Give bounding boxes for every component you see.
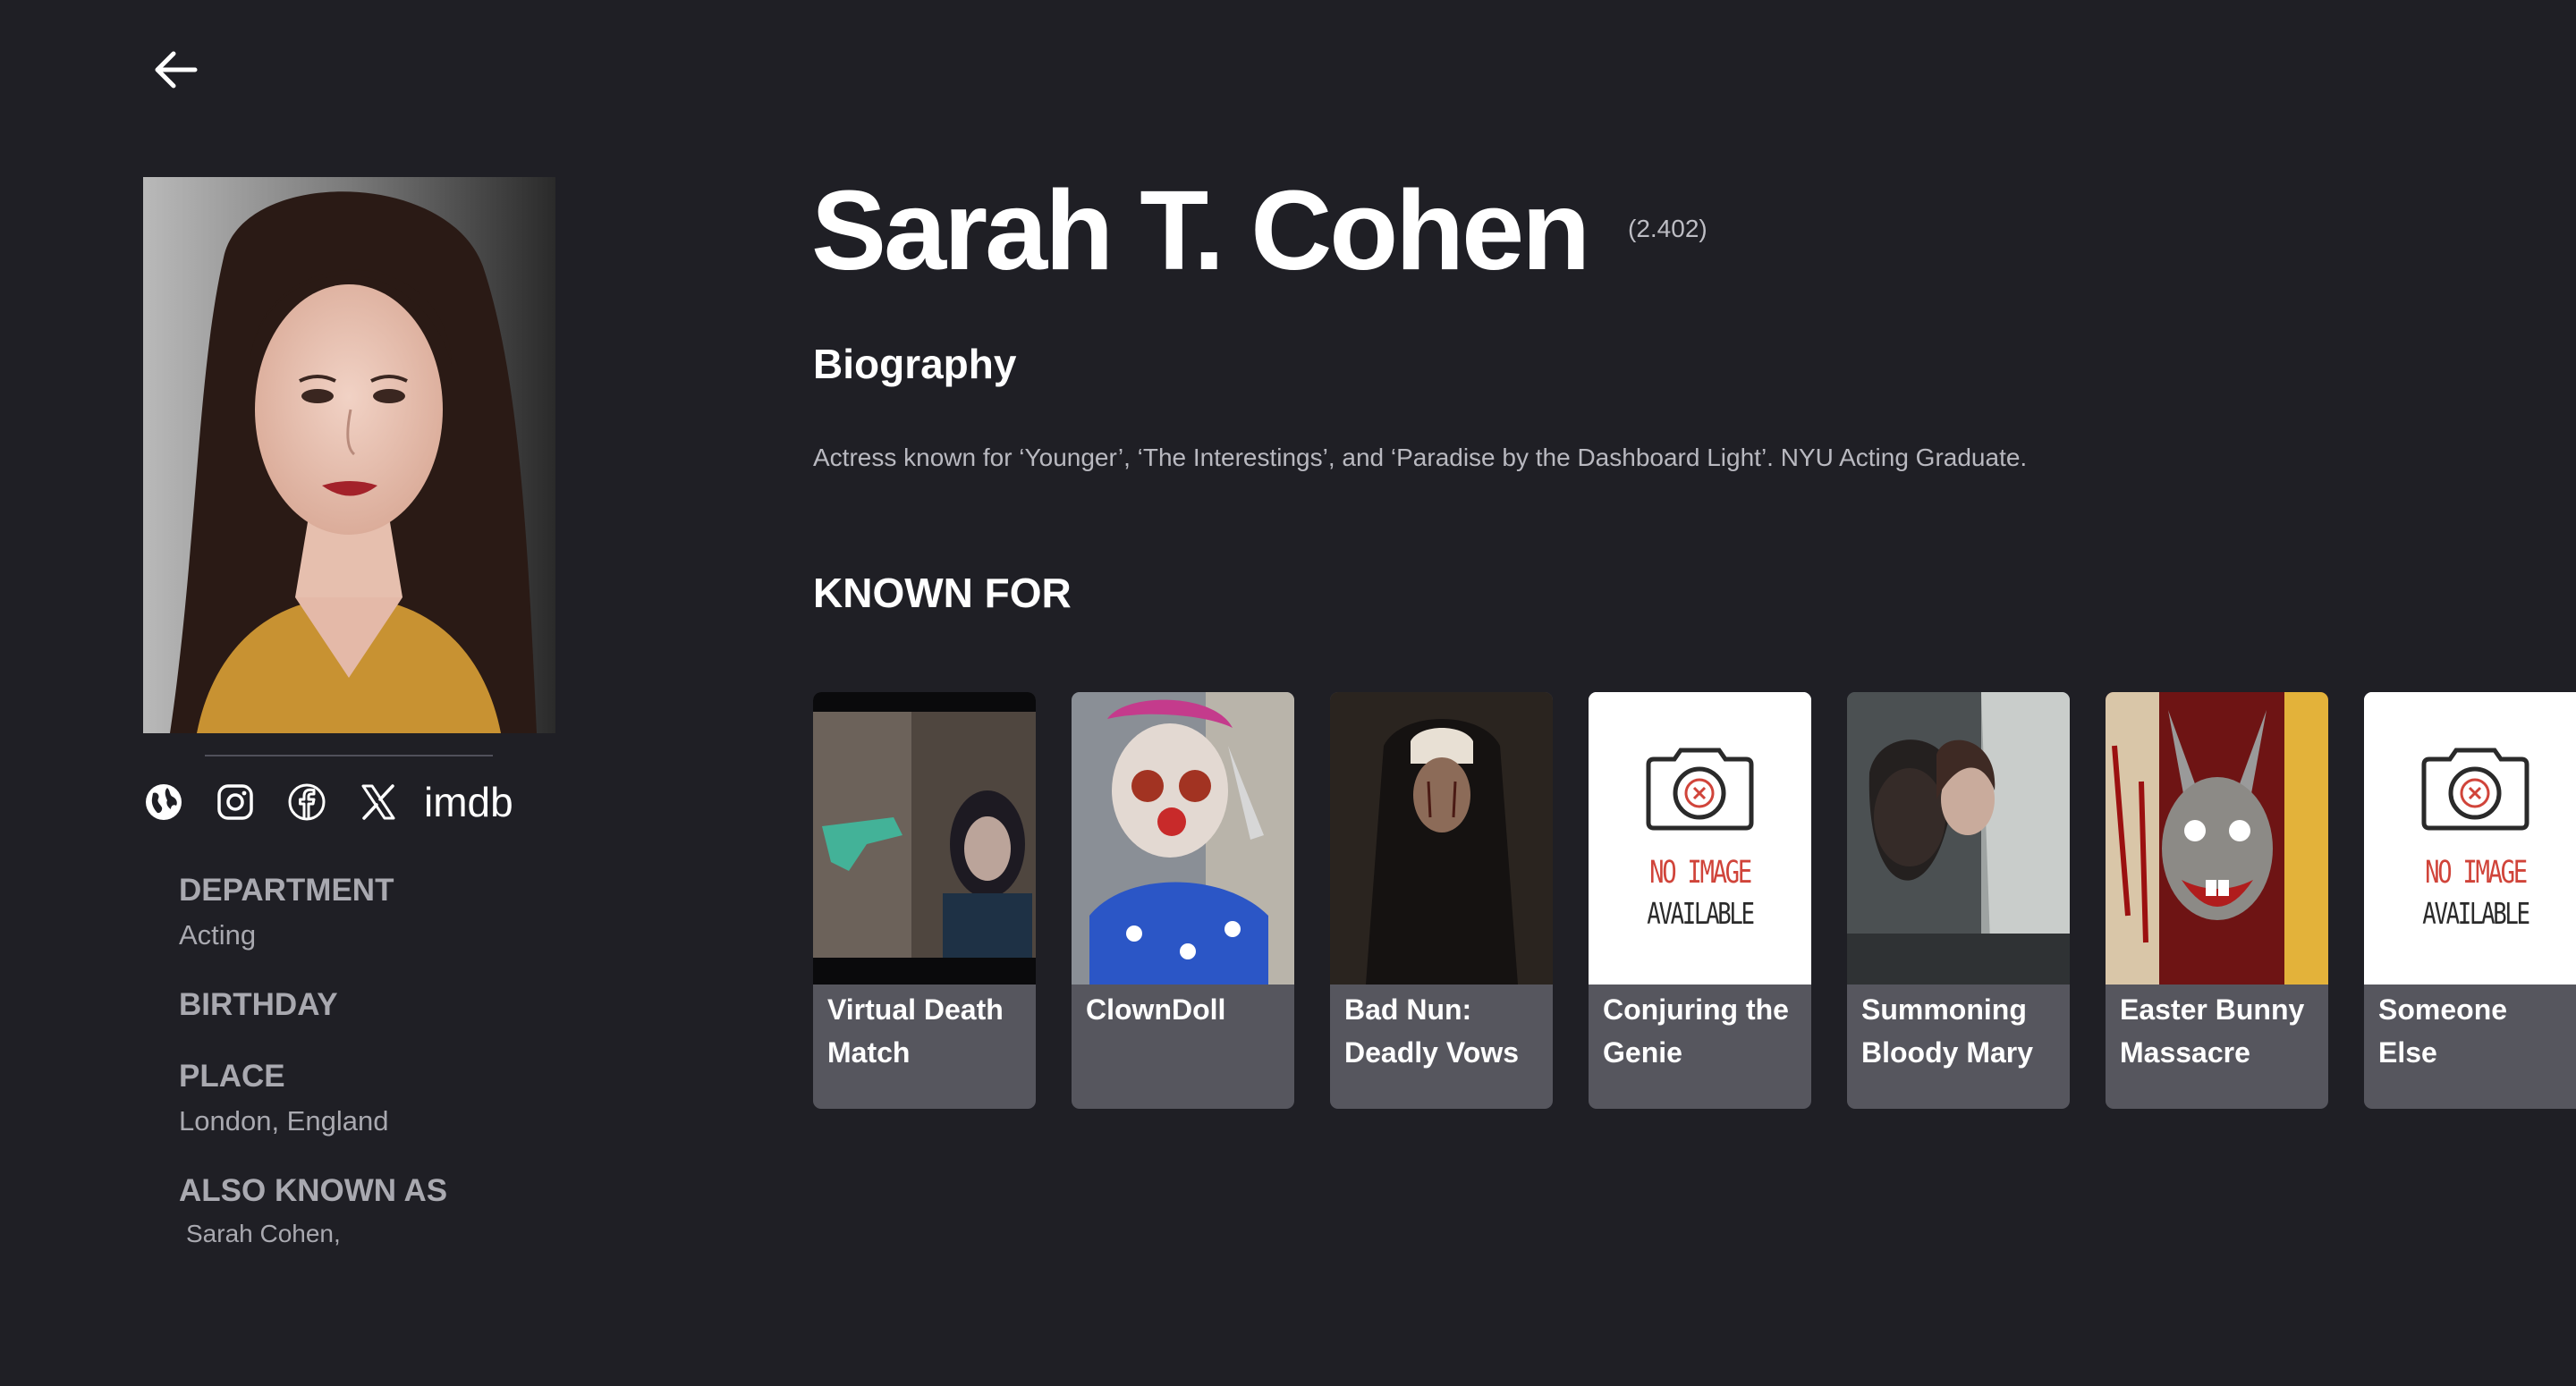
facebook-icon[interactable] — [286, 782, 327, 823]
no-image-line1: NO IMAGE — [2425, 855, 2528, 891]
movie-card[interactable]: Easter Bunny Massacre — [2106, 692, 2328, 1109]
biography-heading: Biography — [813, 341, 1017, 387]
profile-photo — [143, 177, 555, 733]
no-image-line1: NO IMAGE — [1649, 855, 1752, 891]
imdb-link[interactable]: imdb — [424, 774, 513, 830]
no-image-line2: AVAILABLE — [1647, 896, 1755, 931]
movie-poster — [1072, 692, 1294, 985]
no-image-placeholder: NO IMAGE AVAILABLE — [2364, 692, 2576, 985]
movie-card[interactable]: ClownDoll — [1072, 692, 1294, 1109]
globe-icon[interactable] — [143, 782, 184, 823]
biography-text: Actress known for ‘Younger’, ‘The Intere… — [813, 444, 2028, 471]
person-name: Sarah T. Cohen — [811, 167, 1590, 293]
known-for-heading: KNOWN FOR — [813, 570, 1072, 616]
social-links: imdb — [143, 774, 513, 830]
movie-card[interactable]: NO IMAGE AVAILABLE Someone Else — [2364, 692, 2576, 1109]
back-button[interactable] — [148, 45, 202, 95]
camera-icon — [2364, 692, 2576, 985]
movie-title: Summoning Bloody Mary — [1861, 993, 2034, 1069]
camera-icon — [1589, 692, 1811, 985]
movie-card[interactable]: Summoning Bloody Mary — [1847, 692, 2070, 1109]
movie-card[interactable]: NO IMAGE AVAILABLE Conjuring the Genie — [1589, 692, 1811, 1109]
aka-value: Sarah Cohen, — [186, 1220, 341, 1247]
place-value: London, England — [179, 1105, 389, 1137]
no-image-line2: AVAILABLE — [2422, 896, 2530, 931]
place-section: PLACE London, England — [179, 1059, 388, 1137]
no-image-placeholder: NO IMAGE AVAILABLE — [1589, 692, 1811, 985]
department-label: DEPARTMENT — [179, 873, 394, 908]
movie-title: ClownDoll — [1086, 993, 1226, 1026]
arrow-left-icon — [155, 51, 198, 89]
photo-divider — [205, 755, 493, 756]
movie-poster — [1847, 692, 2070, 985]
movie-title: Conjuring the Genie — [1603, 993, 1789, 1069]
movie-title: Easter Bunny Massacre — [2120, 993, 2305, 1069]
movie-poster — [813, 692, 1036, 985]
x-icon[interactable] — [358, 782, 399, 823]
movie-title: Bad Nun: Deadly Vows — [1344, 993, 1520, 1069]
birthday-section: BIRTHDAY — [179, 987, 338, 1034]
birthday-label: BIRTHDAY — [179, 987, 338, 1022]
movie-title: Virtual Death Match — [827, 993, 1004, 1069]
instagram-icon[interactable] — [215, 782, 256, 823]
movie-card[interactable]: Bad Nun: Deadly Vows — [1330, 692, 1553, 1109]
place-label: PLACE — [179, 1059, 285, 1094]
movie-title: Someone Else — [2378, 993, 2508, 1069]
movie-poster — [1330, 692, 1553, 985]
aka-section: ALSO KNOWN AS Sarah Cohen, — [179, 1173, 447, 1248]
movie-poster — [2106, 692, 2328, 985]
department-value: Acting — [179, 919, 257, 951]
popularity-score: (2.402) — [1628, 215, 1707, 242]
movie-card[interactable]: Virtual Death Match — [813, 692, 1036, 1109]
aka-label: ALSO KNOWN AS — [179, 1173, 448, 1208]
known-for-list: Virtual Death Match ClownDoll Bad Nun: D… — [813, 692, 2576, 1112]
department-section: DEPARTMENT Acting — [179, 873, 394, 951]
